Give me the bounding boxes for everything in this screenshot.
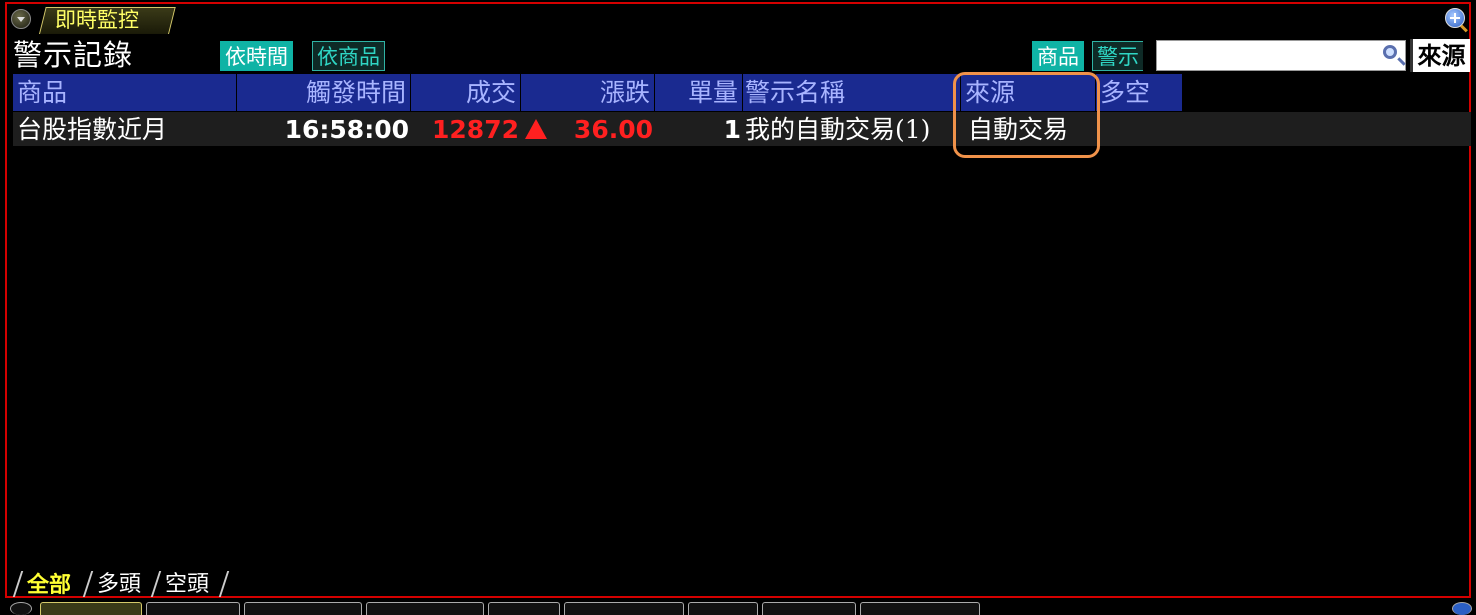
chevron-down-icon (17, 17, 25, 22)
tab-realtime-monitor-label: 即時監控 (55, 8, 139, 32)
cell-trigger-time: 16:58:00 (284, 115, 409, 144)
source-filter-button[interactable]: 來源 (1410, 39, 1470, 72)
column-header-price[interactable]: 成交 (411, 74, 521, 111)
tab-all[interactable]: 全部 (27, 571, 71, 599)
column-header-product[interactable]: 商品 (13, 74, 237, 111)
cell-change: 36.00 (573, 115, 653, 144)
sort-by-product-button[interactable]: 依商品 (312, 41, 385, 71)
window-menu-button[interactable] (11, 9, 31, 29)
alert-monitor-window: 即時監控 警示記錄 依時間 依商品 商品 警示 來源 商品 觸發時間 成交 漲跌… (5, 2, 1471, 598)
zoom-in-icon[interactable] (1452, 602, 1472, 615)
window-tab[interactable] (366, 602, 484, 615)
sort-by-time-button[interactable]: 依時間 (220, 41, 293, 71)
window-tab-strip: 即時監控 (7, 4, 1469, 34)
column-header-change[interactable]: 漲跌 (521, 74, 655, 111)
tab-long[interactable]: 多頭 (97, 571, 141, 599)
bottom-window-tab-strip (0, 598, 1476, 615)
window-menu-button[interactable] (10, 602, 32, 615)
source-column-highlight (953, 72, 1100, 158)
search-icon[interactable] (1383, 45, 1397, 59)
column-header-volume[interactable]: 單量 (655, 74, 743, 111)
column-header-direction[interactable]: 多空 (1096, 74, 1183, 111)
search-mode-alert[interactable]: 警示 (1092, 41, 1143, 71)
cell-alert-name: 我的自動交易(1) (745, 115, 931, 144)
tab-divider (82, 571, 94, 597)
column-header-trigger-time[interactable]: 觸發時間 (237, 74, 411, 111)
window-tab[interactable] (244, 602, 362, 615)
window-tab[interactable] (564, 602, 684, 615)
cell-product: 台股指數近月 (17, 115, 168, 144)
cell-price: 12872 (432, 115, 519, 144)
cell-volume: 1 (723, 115, 741, 144)
zoom-handle (1460, 24, 1468, 33)
search-mode-product[interactable]: 商品 (1032, 41, 1084, 71)
tab-divider (150, 571, 162, 597)
window-tab[interactable] (688, 602, 758, 615)
up-arrow-icon (521, 112, 549, 146)
window-tab[interactable] (762, 602, 856, 615)
tab-divider (12, 571, 24, 597)
page-title: 警示記錄 (13, 38, 134, 72)
zoom-in-icon[interactable] (1445, 8, 1468, 33)
table-row[interactable]: 台股指數近月 16:58:00 12872 36.00 1 我的自動交易(1) … (13, 112, 1471, 146)
column-header-alert-name[interactable]: 警示名稱 (743, 74, 961, 111)
window-tab[interactable] (860, 602, 980, 615)
window-tab[interactable] (40, 602, 142, 615)
window-tab[interactable] (146, 602, 240, 615)
tab-short[interactable]: 空頭 (165, 571, 209, 599)
search-input[interactable] (1156, 40, 1406, 71)
window-tab[interactable] (488, 602, 560, 615)
tab-divider (218, 571, 230, 597)
